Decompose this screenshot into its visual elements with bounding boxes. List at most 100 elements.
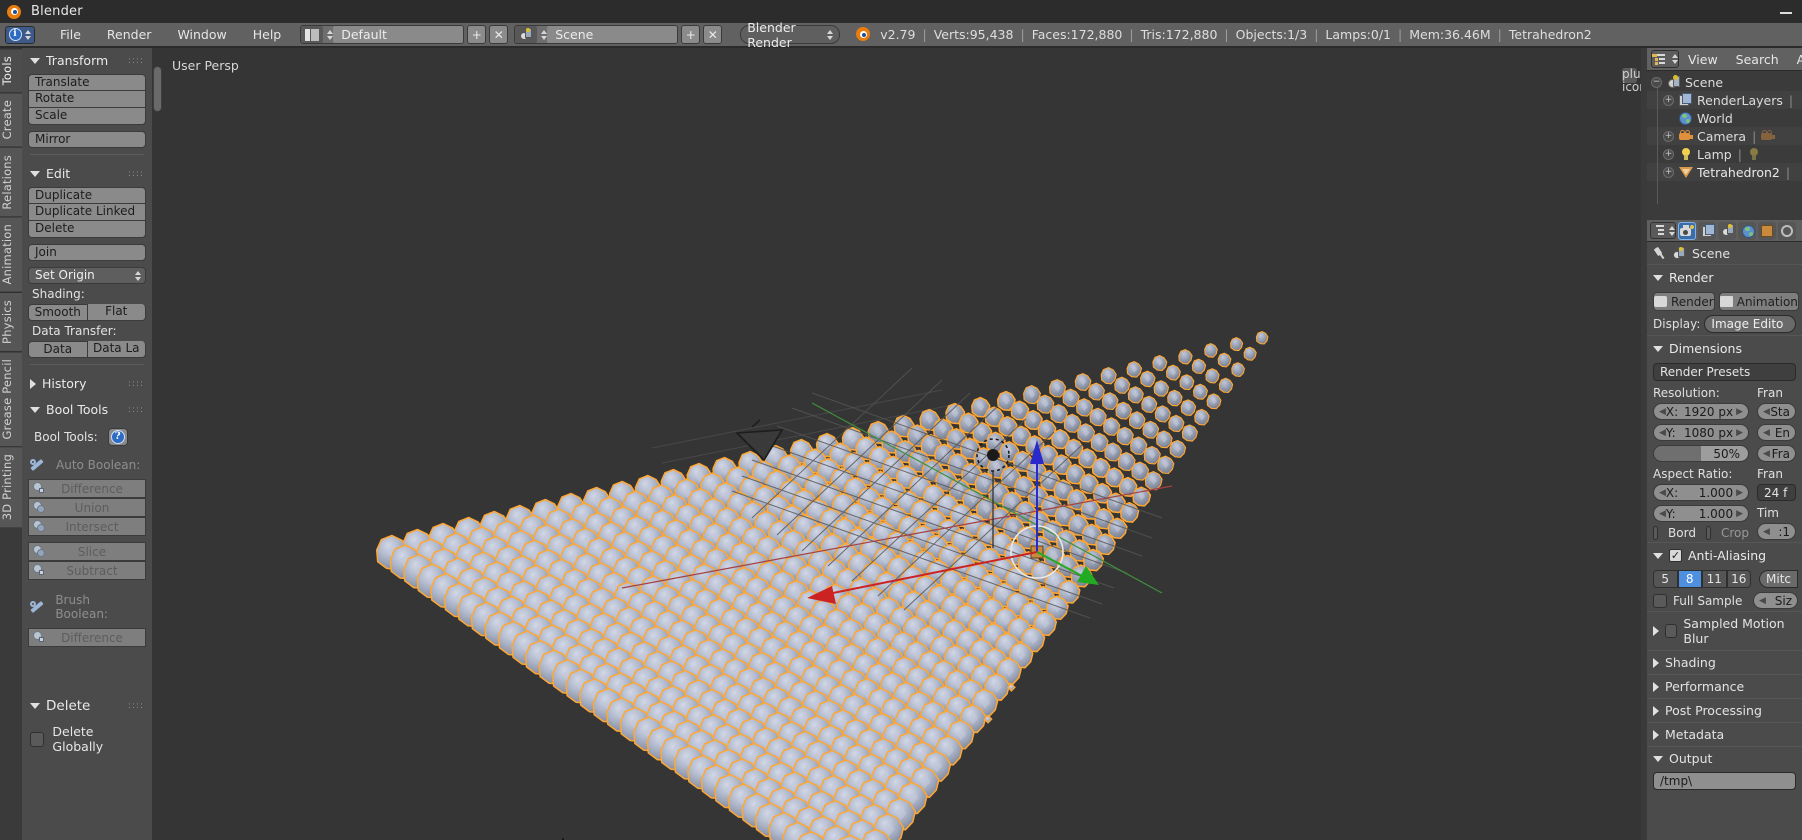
outliner-menu-search[interactable]: Search — [1727, 50, 1788, 69]
right-arrow-icon[interactable]: ▶ — [1736, 509, 1743, 519]
outliner-row-lamp[interactable]: + Lamp | — [1647, 145, 1802, 163]
right-arrow-icon[interactable]: ▶ — [1736, 428, 1743, 438]
delete-screen-layout-button[interactable]: ✕ — [489, 25, 509, 44]
delete-globally-checkbox[interactable] — [30, 731, 45, 747]
expand-icon[interactable]: + — [1663, 94, 1674, 106]
antialiasing-checkbox[interactable]: ✓ — [1669, 549, 1682, 562]
properties-tab-constraints[interactable] — [1778, 221, 1796, 240]
join-button[interactable]: Join — [28, 244, 146, 261]
properties-tab-render[interactable] — [1678, 221, 1696, 240]
data-transfer-data-button[interactable]: Data — [28, 341, 88, 358]
new-screen-layout-button[interactable]: + — [467, 25, 487, 44]
panel-header-transform[interactable]: Transform :::: — [28, 48, 146, 74]
aa-sample-5[interactable]: 5 — [1653, 570, 1678, 588]
aspect-x-field[interactable]: ◀ X: 1.000 ▶ — [1653, 484, 1749, 501]
full-sample-row[interactable]: Full Sample — [1647, 591, 1751, 611]
properties-tab-world[interactable] — [1738, 221, 1756, 240]
frame-end-field[interactable]: ◀ En — [1757, 424, 1796, 441]
frame-start-field[interactable]: ◀ Sta — [1757, 403, 1796, 420]
crop-checkbox[interactable] — [1705, 526, 1711, 540]
menu-render[interactable]: Render — [94, 25, 165, 44]
frame-step-field[interactable]: ◀ Fra — [1757, 445, 1796, 462]
screen-layout-combo[interactable]: Default — [300, 25, 465, 44]
render-engine-selector[interactable]: Blender Render — [740, 20, 841, 50]
editor-type-selector[interactable]: i — [5, 25, 35, 44]
left-arrow-icon[interactable]: ◀ — [1659, 407, 1666, 417]
translate-button[interactable]: Translate — [28, 74, 146, 91]
section-header-post-processing[interactable]: Post Processing — [1647, 698, 1802, 722]
outliner-menu-view[interactable]: View — [1679, 50, 1727, 69]
section-header-performance[interactable]: Performance — [1647, 674, 1802, 698]
screen-layout-value[interactable]: Default — [333, 26, 464, 43]
sidebar-tab-animation[interactable]: Animation — [0, 216, 22, 292]
aa-filter-dropdown[interactable]: Mitc — [1759, 570, 1798, 588]
menu-window[interactable]: Window — [164, 25, 239, 44]
aa-size-field[interactable]: ◀ Siz — [1753, 592, 1798, 609]
sidebar-tab-tools[interactable]: Tools — [0, 48, 22, 93]
panel-header-history[interactable]: History :::: — [28, 371, 146, 397]
left-arrow-icon[interactable]: ◀ — [1763, 527, 1770, 537]
shade-smooth-button[interactable]: Smooth — [28, 304, 88, 321]
resolution-percentage-slider[interactable]: 50% — [1653, 445, 1749, 462]
bool-tools-help-button[interactable]: ? — [107, 428, 128, 446]
brush-boolean-difference-button[interactable]: Difference — [28, 628, 146, 647]
properties-tab-renderlayers[interactable] — [1698, 221, 1716, 240]
sidebar-tab-relations[interactable]: Relations — [0, 146, 22, 217]
section-header-dimensions[interactable]: Dimensions — [1647, 335, 1802, 361]
left-arrow-icon[interactable]: ◀ — [1659, 428, 1666, 438]
left-arrow-icon[interactable]: ◀ — [1759, 596, 1766, 606]
sidebar-tab-3d-printing[interactable]: 3D Printing — [0, 446, 22, 528]
auto-boolean-subtract-button[interactable]: Subtract — [28, 561, 146, 580]
duplicate-linked-button[interactable]: Duplicate Linked — [28, 204, 146, 221]
data-transfer-layout-button[interactable]: Data La — [87, 341, 146, 358]
output-path-field[interactable]: /tmp\ — [1653, 772, 1796, 790]
pin-icon[interactable] — [1650, 244, 1668, 262]
scale-button[interactable]: Scale — [28, 108, 146, 125]
section-header-shading[interactable]: Shading — [1647, 650, 1802, 674]
frame-rate-dropdown[interactable]: 24 f — [1757, 484, 1796, 501]
auto-boolean-slice-button[interactable]: Slice — [28, 542, 146, 561]
right-arrow-icon[interactable]: ▶ — [1736, 407, 1743, 417]
panel-header-edit[interactable]: Edit :::: — [28, 161, 146, 187]
sidebar-tab-create[interactable]: Create — [0, 92, 22, 147]
auto-boolean-difference-button[interactable]: Difference — [28, 479, 146, 498]
3d-viewport[interactable]: User Persp plus-icon — [152, 48, 1645, 840]
lamp-data-icon[interactable] — [1746, 147, 1761, 162]
aa-sample-16[interactable]: 16 — [1726, 570, 1751, 588]
time-field[interactable]: ◀ :1 — [1757, 523, 1796, 540]
collapse-icon[interactable]: − — [1651, 76, 1662, 88]
panel-header-bool-tools[interactable]: Bool Tools :::: — [28, 397, 146, 423]
aspect-y-field[interactable]: ◀ Y: 1.000 ▶ — [1653, 505, 1749, 522]
section-header-metadata[interactable]: Metadata — [1647, 722, 1802, 746]
section-header-sampled-motion-blur[interactable]: Sampled Motion Blur — [1647, 611, 1802, 650]
sidebar-tab-physics[interactable]: Physics — [0, 291, 22, 351]
auto-boolean-union-button[interactable]: Union — [28, 498, 146, 517]
rotate-button[interactable]: Rotate — [28, 91, 146, 108]
mirror-button[interactable]: Mirror — [28, 131, 146, 148]
left-arrow-icon[interactable]: ◀ — [1659, 509, 1666, 519]
resolution-x-field[interactable]: ◀ X: 1920 px ▶ — [1653, 403, 1749, 420]
aa-sample-11[interactable]: 11 — [1702, 570, 1727, 588]
outliner-editor-icon[interactable] — [1651, 50, 1679, 68]
properties-tab-scene[interactable] — [1718, 221, 1736, 240]
render-button[interactable]: Render — [1653, 292, 1715, 311]
outliner-row-camera[interactable]: + Camera | — [1647, 127, 1802, 145]
sidebar-tab-grease-pencil[interactable]: Grease Pencil — [0, 350, 22, 447]
scene-combo[interactable]: Scene — [514, 25, 679, 44]
aa-sample-8[interactable]: 8 — [1677, 570, 1702, 588]
auto-boolean-intersect-button[interactable]: Intersect — [28, 517, 146, 536]
scene-value[interactable]: Scene — [547, 26, 678, 43]
outliner-row-renderlayers[interactable]: + RenderLayers | — [1647, 91, 1802, 109]
panel-header-delete[interactable]: Delete :::: — [28, 693, 146, 720]
render-presets-dropdown[interactable]: Render Presets — [1653, 363, 1796, 381]
section-header-render[interactable]: Render — [1647, 264, 1802, 290]
set-origin-dropdown[interactable]: Set Origin — [28, 267, 146, 284]
new-scene-button[interactable]: + — [681, 25, 701, 44]
delete-button[interactable]: Delete — [28, 221, 146, 238]
outliner-menu-all[interactable]: A — [1788, 50, 1802, 69]
display-dropdown[interactable]: Image Edito — [1704, 315, 1796, 333]
left-arrow-icon[interactable]: ◀ — [1763, 428, 1770, 438]
expand-icon[interactable]: + — [1663, 148, 1674, 160]
sampled-motion-blur-checkbox[interactable] — [1665, 624, 1678, 638]
left-arrow-icon[interactable]: ◀ — [1763, 449, 1770, 459]
